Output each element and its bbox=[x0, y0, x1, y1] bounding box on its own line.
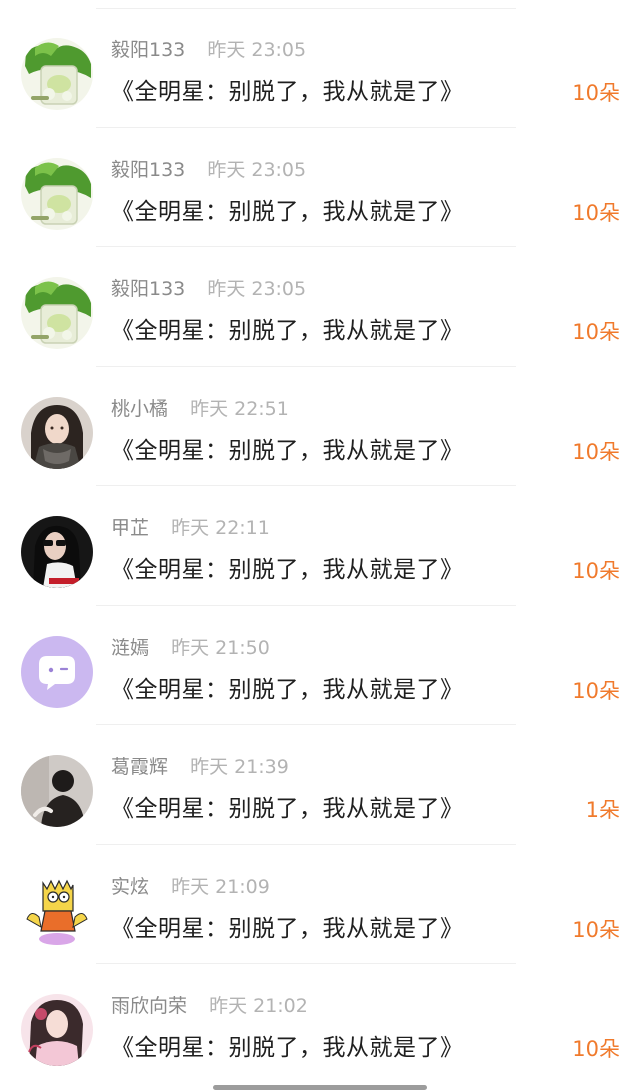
timestamp: 昨天 21:02 bbox=[209, 995, 308, 1017]
gift-count: 10朵 bbox=[572, 81, 620, 105]
girl-scarf-avatar-icon bbox=[21, 396, 93, 469]
comment-meta: 毅阳133 昨天 23:05 bbox=[111, 37, 306, 63]
comment-row[interactable]: 葛霞辉 昨天 21:39 《全明星：别脱了，我从就是了》 1朵 bbox=[0, 725, 640, 845]
gift-count: 10朵 bbox=[572, 439, 620, 464]
comment-text: 《全明星：别脱了，我从就是了》 bbox=[111, 557, 464, 583]
username[interactable]: 甲芷 bbox=[111, 517, 149, 539]
purple-chat-bubble-avatar-icon bbox=[21, 635, 93, 708]
comment-row[interactable]: 毅阳133 昨天 23:05 《全明星：别脱了，我从就是了》 10朵 bbox=[0, 247, 640, 367]
avatar[interactable] bbox=[21, 277, 93, 349]
comment-text: 《全明星：别脱了，我从就是了》 bbox=[111, 198, 464, 225]
comment-row[interactable]: 甲芷 昨天 22:11 《全明星：别脱了，我从就是了》 10朵 bbox=[0, 486, 640, 606]
username[interactable]: 毅阳133 bbox=[111, 39, 185, 61]
comment-meta: 毅阳133 昨天 23:05 bbox=[111, 157, 306, 183]
username[interactable]: 桃小橘 bbox=[111, 398, 168, 420]
comment-list: 毅阳133 昨天 23:05 《全明星：别脱了，我从就是了》 10朵 毅阳133… bbox=[0, 0, 640, 1092]
avatar[interactable] bbox=[21, 396, 93, 469]
timestamp: 昨天 23:05 bbox=[207, 278, 307, 300]
comment-meta: 桃小橘 昨天 22:51 bbox=[111, 396, 289, 422]
home-indicator[interactable] bbox=[213, 1085, 427, 1090]
timestamp: 昨天 21:50 bbox=[171, 636, 270, 659]
comment-text: 《全明星：别脱了，我从就是了》 bbox=[111, 79, 464, 105]
timestamp: 昨天 23:05 bbox=[207, 158, 307, 181]
timestamp: 昨天 22:51 bbox=[190, 397, 289, 420]
cocktail-avatar-icon bbox=[21, 157, 93, 230]
dark-figure-avatar-icon bbox=[21, 755, 93, 827]
avatar[interactable] bbox=[21, 38, 93, 110]
cartoon-boy-avatar-icon bbox=[21, 874, 93, 947]
username[interactable]: 葛霞辉 bbox=[111, 756, 168, 778]
comment-meta: 毅阳133 昨天 23:05 bbox=[111, 276, 306, 302]
avatar[interactable] bbox=[21, 874, 93, 947]
avatar[interactable] bbox=[21, 516, 93, 588]
gift-count: 10朵 bbox=[572, 917, 620, 942]
comment-text: 《全明星：别脱了，我从就是了》 bbox=[111, 437, 464, 464]
comment-meta: 甲芷 昨天 22:11 bbox=[111, 515, 270, 541]
comment-row[interactable]: 毅阳133 昨天 23:05 《全明星：别脱了，我从就是了》 10朵 bbox=[0, 8, 640, 128]
girl-sunglasses-avatar-icon bbox=[21, 516, 93, 588]
username[interactable]: 毅阳133 bbox=[111, 159, 185, 181]
comment-row[interactable]: 实炫 昨天 21:09 《全明星：别脱了，我从就是了》 10朵 bbox=[0, 845, 640, 964]
comment-meta: 实炫 昨天 21:09 bbox=[111, 874, 270, 900]
cocktail-avatar-icon bbox=[21, 38, 93, 110]
comment-meta: 葛霞辉 昨天 21:39 bbox=[111, 754, 289, 780]
username[interactable]: 雨欣向荣 bbox=[111, 995, 187, 1017]
username[interactable]: 实炫 bbox=[111, 876, 149, 898]
username[interactable]: 毅阳133 bbox=[111, 278, 185, 300]
username[interactable]: 涟嫣 bbox=[111, 637, 149, 659]
comment-text: 《全明星：别脱了，我从就是了》 bbox=[111, 318, 464, 344]
comment-row[interactable]: 桃小橘 昨天 22:51 《全明星：别脱了，我从就是了》 10朵 bbox=[0, 367, 640, 486]
comment-text: 《全明星：别脱了，我从就是了》 bbox=[111, 1035, 464, 1061]
comment-text: 《全明星：别脱了，我从就是了》 bbox=[111, 915, 464, 942]
comment-text: 《全明星：别脱了，我从就是了》 bbox=[111, 676, 464, 703]
avatar[interactable] bbox=[21, 635, 93, 708]
gift-count: 10朵 bbox=[572, 559, 620, 583]
timestamp: 昨天 21:39 bbox=[190, 756, 289, 778]
avatar[interactable] bbox=[21, 755, 93, 827]
gift-count: 10朵 bbox=[572, 678, 620, 703]
avatar[interactable] bbox=[21, 157, 93, 230]
comment-row[interactable]: 毅阳133 昨天 23:05 《全明星：别脱了，我从就是了》 10朵 bbox=[0, 128, 640, 247]
gift-count: 10朵 bbox=[572, 320, 620, 344]
comment-text: 《全明星：别脱了，我从就是了》 bbox=[111, 796, 464, 822]
timestamp: 昨天 21:09 bbox=[171, 875, 270, 898]
gift-count: 1朵 bbox=[585, 798, 620, 822]
girl-pink-avatar-icon bbox=[21, 994, 93, 1066]
comment-meta: 雨欣向荣 昨天 21:02 bbox=[111, 993, 308, 1019]
cocktail-avatar-icon bbox=[21, 277, 93, 349]
comment-row[interactable]: 涟嫣 昨天 21:50 《全明星：别脱了，我从就是了》 10朵 bbox=[0, 606, 640, 725]
comment-row[interactable]: 雨欣向荣 昨天 21:02 《全明星：别脱了，我从就是了》 10朵 bbox=[0, 964, 640, 1084]
timestamp: 昨天 23:05 bbox=[207, 39, 307, 61]
gift-count: 10朵 bbox=[572, 1037, 620, 1061]
gift-count: 10朵 bbox=[572, 200, 620, 225]
comment-meta: 涟嫣 昨天 21:50 bbox=[111, 635, 270, 661]
timestamp: 昨天 22:11 bbox=[171, 517, 270, 539]
avatar[interactable] bbox=[21, 994, 93, 1066]
